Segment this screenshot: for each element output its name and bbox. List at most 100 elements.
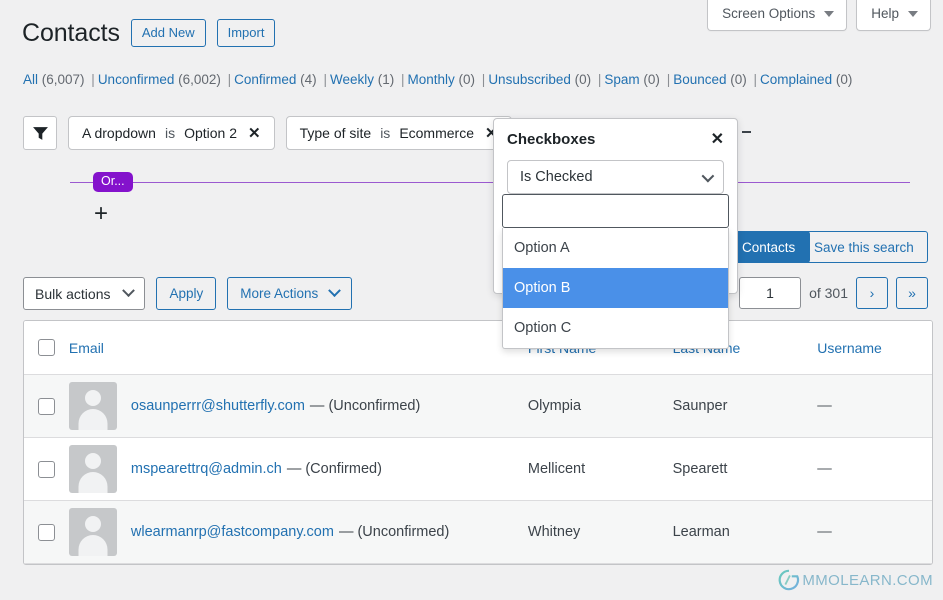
row-select-cell	[24, 523, 69, 541]
chevron-down-icon	[701, 169, 715, 182]
username-cell: —	[817, 524, 832, 540]
email-link[interactable]: mspearettrq@admin.ch	[131, 461, 282, 477]
status-link-monthly[interactable]: Monthly	[408, 72, 455, 87]
status-link-count: (6,007)	[38, 72, 89, 87]
watermark: MMOLEARN.COM	[778, 569, 933, 591]
filter-chip-row: A dropdown is Option 2 ✕ Type of site is…	[23, 116, 921, 150]
email-link[interactable]: osaunperrr@shutterfly.com	[131, 398, 305, 414]
total-pages-label: of 301	[809, 285, 848, 301]
bulk-actions-select[interactable]: Bulk actions	[23, 277, 146, 310]
email-link[interactable]: wlearmanrp@fastcompany.com	[131, 524, 334, 540]
link-separator: |	[597, 72, 602, 87]
more-actions-button[interactable]: More Actions	[227, 277, 353, 310]
apply-button[interactable]: Apply	[156, 277, 217, 310]
option-item[interactable]: Option C	[503, 308, 728, 348]
filter-chip-value: Option 2	[184, 125, 238, 141]
status-link-count: (0)	[832, 72, 853, 87]
confirmation-status: — (Confirmed)	[286, 461, 382, 477]
link-separator: |	[323, 72, 327, 87]
status-link-spam[interactable]: Spam	[604, 72, 639, 87]
avatar	[68, 382, 117, 430]
current-page-input[interactable]	[739, 277, 802, 309]
last-name-cell: Learman	[672, 524, 730, 540]
username-cell: —	[817, 461, 832, 477]
status-link-complained[interactable]: Complained	[760, 72, 832, 87]
bulk-actions-row: Bulk actions Apply More Actions	[23, 277, 353, 310]
avatar	[68, 508, 117, 556]
select-all-cell	[24, 339, 69, 356]
column-header-email[interactable]: Email	[69, 340, 528, 356]
row-checkbox[interactable]	[37, 460, 55, 478]
option-item[interactable]: Option B	[503, 268, 728, 308]
filter-chip[interactable]: A dropdown is Option 2 ✕	[68, 116, 275, 150]
filter-funnel-button[interactable]	[23, 116, 57, 150]
status-link-bounced[interactable]: Bounced	[673, 72, 726, 87]
email-cell: wlearmanrp@fastcompany.com — (Unconfirmed…	[68, 508, 528, 556]
filter-chip[interactable]: Type of site is Ecommerce ✕	[285, 116, 512, 150]
filter-chip-operator: is	[380, 125, 391, 141]
filter-chip-operator: is	[164, 125, 176, 141]
screen-meta-bar: Screen Options Help	[707, 0, 931, 31]
filter-builder: A dropdown is Option 2 ✕ Type of site is…	[23, 116, 921, 236]
save-this-search-button[interactable]: Save this search	[800, 231, 928, 263]
first-name-cell: Whitney	[527, 524, 581, 540]
option-item[interactable]: Option A	[503, 228, 728, 268]
or-divider-line	[70, 182, 910, 183]
close-icon[interactable]: ✕	[711, 131, 724, 148]
status-link-weekly[interactable]: Weekly	[330, 72, 374, 87]
link-separator: |	[227, 72, 232, 87]
next-page-button[interactable]: ›	[856, 277, 888, 309]
link-separator: |	[753, 72, 758, 87]
link-separator: |	[481, 72, 486, 87]
screen-options-label: Screen Options	[722, 6, 816, 21]
last-page-button[interactable]: »	[896, 277, 928, 309]
table-row[interactable]: wlearmanrp@fastcompany.com — (Unconfirmed…	[24, 501, 932, 564]
option-search-input[interactable]	[502, 194, 729, 228]
status-link-confirmed[interactable]: Confirmed	[234, 72, 296, 87]
help-button[interactable]: Help	[856, 0, 931, 31]
status-link-unsubscribed[interactable]: Unsubscribed	[488, 72, 571, 87]
hidden-chip-remainder	[742, 131, 751, 133]
more-actions-label: More Actions	[240, 286, 319, 301]
chevron-down-icon	[122, 284, 136, 298]
status-link-count: (0)	[570, 72, 595, 87]
link-separator: |	[400, 72, 405, 87]
bulk-actions-label: Bulk actions	[35, 285, 111, 302]
status-link-count: (6,002)	[174, 72, 225, 87]
link-separator: |	[666, 72, 671, 87]
condition-select[interactable]: Is Checked	[507, 160, 724, 194]
avatar	[68, 445, 117, 493]
add-new-button[interactable]: Add New	[130, 18, 206, 48]
row-checkbox[interactable]	[37, 397, 55, 415]
select-all-checkbox[interactable]	[37, 339, 55, 356]
username-cell: —	[817, 398, 832, 414]
column-header-username[interactable]: Username	[817, 340, 932, 356]
confirmation-status: — (Unconfirmed)	[309, 398, 421, 414]
status-link-count: (0)	[454, 72, 479, 87]
chevron-down-icon	[908, 10, 918, 17]
row-select-cell	[24, 460, 69, 478]
row-select-cell	[24, 397, 69, 415]
confirmation-status: — (Unconfirmed)	[338, 524, 450, 540]
page-header: Contacts Add New Import	[22, 18, 276, 48]
chevron-down-icon	[824, 10, 835, 17]
page-title: Contacts	[22, 19, 120, 47]
import-button[interactable]: Import	[216, 18, 276, 48]
table-row[interactable]: mspearettrq@admin.ch — (Confirmed) Mellice…	[24, 438, 932, 501]
status-filter-links: All (6,007) | Unconfirmed (6,002) | Confir…	[23, 72, 852, 87]
filter-chip-field: A dropdown	[82, 125, 156, 141]
email-cell: mspearettrq@admin.ch — (Confirmed)	[68, 445, 528, 493]
add-filter-group-button[interactable]: +	[94, 202, 108, 226]
pagination: of 301 › »	[739, 277, 928, 309]
status-link-all[interactable]: All	[23, 72, 38, 87]
or-badge[interactable]: Or...	[93, 172, 133, 192]
last-name-cell: Spearett	[672, 461, 728, 477]
table-row[interactable]: osaunperrr@shutterfly.com — (Unconfirmed)…	[24, 375, 932, 438]
screen-options-button[interactable]: Screen Options	[707, 0, 848, 31]
status-link-unconfirmed[interactable]: Unconfirmed	[98, 72, 175, 87]
option-listbox: Option A Option B Option C	[502, 194, 729, 349]
watermark-text: MMOLEARN.COM	[802, 571, 933, 589]
row-checkbox[interactable]	[37, 523, 55, 541]
close-icon[interactable]: ✕	[248, 126, 261, 141]
first-name-cell: Mellicent	[527, 461, 586, 477]
